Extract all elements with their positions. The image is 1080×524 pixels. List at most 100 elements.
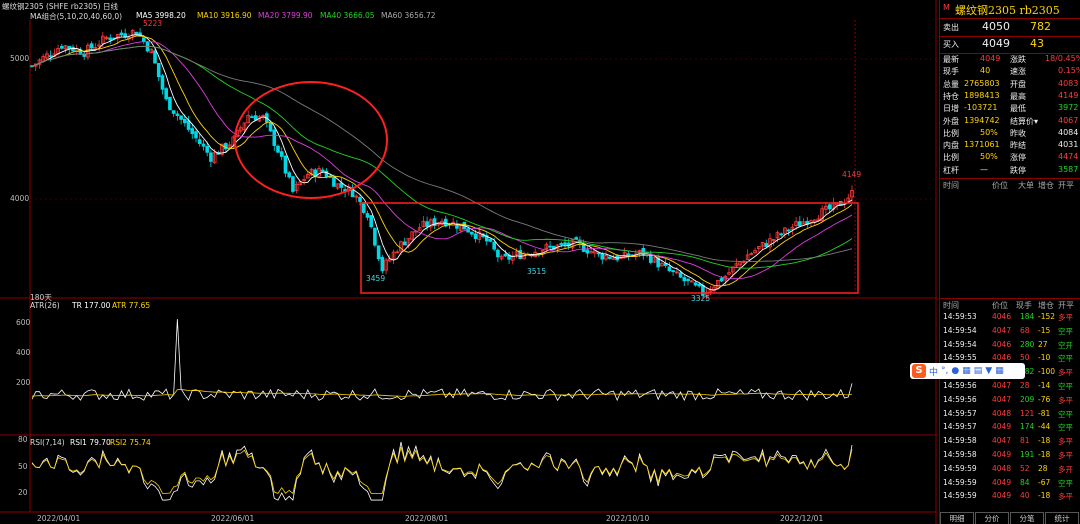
candle-body: [268, 122, 273, 132]
quote-row-label: 总量: [943, 79, 959, 89]
ma5-line: [31, 34, 853, 291]
tick-oi: -152: [1038, 312, 1056, 321]
rsi1-value: RSI1 79.70: [70, 438, 111, 447]
candle-body: [82, 54, 86, 57]
tick-header: 时间 价位 现手 增仓 开平: [940, 298, 1080, 311]
tick-time: 14:59:58: [943, 436, 977, 446]
ime-shirt-icon[interactable]: ▼: [985, 366, 992, 376]
candle-body: [291, 176, 295, 192]
tick-oi: 27: [1038, 339, 1048, 349]
tr-value: TR 177.00: [72, 301, 111, 310]
ime-punct-icon[interactable]: °,: [941, 366, 948, 376]
tick-volume: 50: [1020, 353, 1030, 363]
tick-oi: -18: [1038, 450, 1051, 459]
candle-body: [369, 215, 373, 228]
ma10-line: [31, 35, 853, 287]
quote-row-label2: 跌停: [1010, 165, 1026, 175]
candle-body: [287, 172, 291, 178]
high-annotation: 5223: [143, 19, 163, 28]
detail-tabs[interactable]: 明细 分价 分笔 统计: [940, 512, 1080, 524]
tick-time: 14:59:53: [943, 312, 977, 321]
ime-skin-icon[interactable]: ▤: [974, 366, 983, 376]
tick-openclose: 多开: [1058, 464, 1073, 474]
tick-oi: -14: [1038, 381, 1051, 390]
quote-row-value: 4049: [980, 54, 1001, 63]
tick-volume: 84: [1020, 477, 1030, 487]
tick-price: 4046: [992, 312, 1012, 321]
tr-line: [31, 319, 853, 402]
rsi-label[interactable]: RSI(7,14): [30, 438, 65, 447]
quote-row: 日增 -103721 最低 3972: [940, 103, 1080, 115]
tab-tick[interactable]: 分笔: [1010, 512, 1044, 524]
quote-row-value2: 4067: [1058, 115, 1079, 125]
candle-body: [488, 238, 493, 242]
ime-toolbar[interactable]: S 中 °, ● ▦ ▤ ▼ ▦: [910, 363, 1025, 379]
candle-body: [250, 116, 254, 118]
candle-body: [60, 45, 64, 49]
last-high-annotation: 4149: [842, 170, 862, 179]
quote-row-value: 1898413: [964, 90, 1000, 100]
tick-openclose: 空开: [1058, 340, 1073, 350]
candle-body: [320, 169, 325, 172]
candle-body: [798, 221, 802, 227]
quote-row: 比例 50% 涨停 4474: [940, 152, 1080, 164]
chart-area[interactable]: 螺纹钢2305 (SHFE rb2305) 日线 MA组合(5,10,20,40…: [0, 0, 937, 524]
quote-row-value: 50%: [980, 152, 998, 162]
ime-mic-icon[interactable]: ●: [951, 366, 959, 376]
tab-stats[interactable]: 统计: [1045, 512, 1079, 524]
candle-body: [563, 242, 567, 246]
bid-volume: 43: [1030, 37, 1044, 50]
tick-volume: 121: [1020, 408, 1035, 418]
tick-openclose: 多平: [1058, 313, 1073, 322]
tick-time: 14:59:58: [943, 450, 977, 459]
candle-body: [585, 249, 590, 254]
tick-time: 14:59:59: [943, 477, 977, 487]
tick-time: 14:59:57: [943, 422, 977, 432]
quote-row-value2: 0.15%: [1058, 66, 1080, 76]
candle-body: [376, 245, 381, 260]
tick-volume: 52: [1020, 463, 1030, 473]
candle-body: [194, 131, 198, 139]
atr-tick-400: 400: [16, 348, 31, 357]
atr-label[interactable]: ATR(26): [30, 301, 60, 310]
tick-openclose: 空平: [1058, 354, 1073, 364]
tab-detail[interactable]: 明细: [940, 512, 974, 524]
rsi-tick-50: 50: [18, 462, 28, 471]
candle-body: [671, 270, 675, 273]
bid-label: 买入: [943, 40, 959, 49]
ma20-line: [31, 41, 853, 280]
tick-openclose: 多平: [1058, 451, 1073, 460]
candle-body: [596, 252, 601, 255]
quote-row-label: 外盘: [943, 116, 959, 126]
candle-body: [209, 152, 213, 162]
mini-header-openclose: 开平: [1058, 181, 1074, 190]
ime-keyboard-icon[interactable]: ▦: [962, 366, 971, 376]
candle-body: [153, 50, 157, 64]
ime-chinese-icon[interactable]: 中: [929, 365, 938, 378]
sogou-logo-icon[interactable]: S: [912, 364, 926, 378]
tick-openclose: 空平: [1058, 382, 1073, 391]
tick-volume: 174: [1020, 422, 1035, 432]
mini-header-time: 时间: [943, 181, 959, 190]
quote-row-value2: 4084: [1058, 127, 1079, 137]
candle-body: [402, 241, 407, 246]
tick-header-price: 价位: [992, 301, 1008, 310]
ma60-line: [31, 45, 853, 263]
candle-body: [667, 266, 672, 272]
candle-body: [108, 37, 113, 41]
tick-price: 4046: [992, 339, 1012, 349]
candle-body: [142, 37, 146, 42]
quote-row-value: 1394742: [964, 115, 1000, 125]
ime-menu-icon[interactable]: ▦: [995, 366, 1004, 376]
y-tick-5000: 5000: [10, 54, 30, 63]
tick-oi: 28: [1038, 463, 1048, 473]
highlight-ellipse: [234, 81, 388, 199]
quote-row-value2: 4083: [1058, 78, 1079, 88]
tick-oi: -18: [1038, 436, 1051, 446]
tick-row: 14:59:56 4047 209 -76 多平: [940, 394, 1080, 407]
tab-price[interactable]: 分价: [975, 512, 1009, 524]
tick-oi: -18: [1038, 491, 1051, 501]
tick-row: 14:59:53 4046 184 -152 多平: [940, 311, 1080, 324]
quote-row-label: 持仓: [943, 91, 959, 101]
low-annotation-3: 3325: [691, 294, 711, 303]
